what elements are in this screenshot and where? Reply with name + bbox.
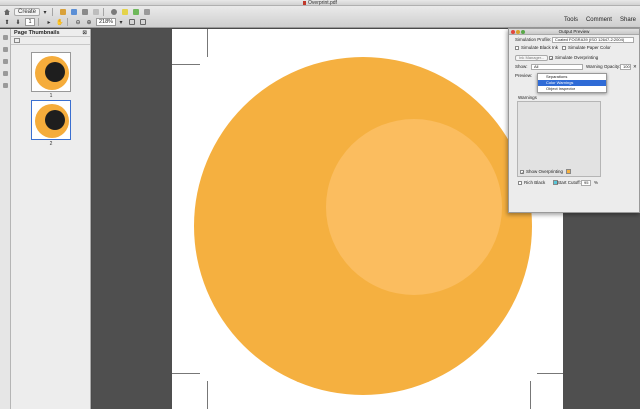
zoom-in-icon[interactable]: ⊕ [85,18,93,26]
show-overprinting-row: ✓ Show Overprinting [520,169,572,175]
right-panel-tabs: Tools Comment Share [564,17,636,23]
layers-icon[interactable] [3,83,8,88]
zoom-icon[interactable] [521,30,525,34]
show-select[interactable]: All [531,64,583,70]
simulation-profile-label: Simulation Profile: [515,37,552,42]
toolbar-row-bottom: ⬆ ⬇ 1 ▸ ✋ ⊖ ⊕ 218% ▾ [0,17,147,27]
panel-toolbar [11,37,90,45]
simulate-overprinting-checkbox[interactable]: ✓ [549,55,553,60]
sticky-note-icon[interactable] [132,8,140,16]
thumb-black-circle [45,110,65,130]
page-thumbnails-panel: Page Thumbnails ⊠ 1 2 [11,29,91,409]
fit-icon[interactable] [128,18,136,26]
prev-page-icon[interactable]: ⬆ [3,18,11,26]
orange-circle-overprint [326,119,502,295]
email-icon[interactable] [92,8,100,16]
next-page-icon[interactable]: ⬇ [14,18,22,26]
warning-opacity-field[interactable]: 100 [620,64,631,70]
dialog-title: Output Preview [558,29,590,34]
show-overprinting-label: Show Overprinting [526,169,564,174]
simulate-black-ink-row: Simulate Black Ink [515,45,558,51]
rich-black-checkbox[interactable] [518,180,522,185]
tab-share[interactable]: Share [620,17,636,23]
tab-tools[interactable]: Tools [564,17,578,23]
panel-title: Page Thumbnails [14,30,60,36]
panel-header: Page Thumbnails ⊠ [11,29,90,37]
simulate-overprinting-row: ✓ Simulate Overprinting [549,55,598,61]
zoom-dropdown-icon[interactable]: ▾ [117,18,125,26]
start-cutoff-label: Start Cutoff: [557,180,581,185]
print-icon[interactable] [81,8,89,16]
tab-comment[interactable]: Comment [586,17,612,23]
dialog-titlebar: Output Preview [509,29,639,35]
pdf-file-icon [303,0,307,5]
navigation-pane-strip [0,29,11,409]
overprint-color-swatch[interactable] [566,169,572,175]
toolbar-divider [67,18,68,26]
simulate-paper-color-row: Simulate Paper Color [562,45,611,51]
select-icon[interactable]: ▸ [45,18,53,26]
page-number-field[interactable]: 1 [25,18,35,26]
simulate-overprinting-label: Simulate Overprinting [555,55,599,60]
simulate-black-ink-checkbox[interactable] [515,45,519,50]
minimize-icon[interactable] [516,30,520,34]
preview-label: Preview: [515,73,533,78]
simulate-black-ink-label: Simulate Black Ink [521,45,559,50]
show-overprinting-checkbox[interactable]: ✓ [520,169,524,174]
warning-opacity-label: Warning Opacity: [586,64,621,69]
thumbnail-page-number: 2 [49,141,53,147]
create-button[interactable]: Create [14,8,41,16]
crop-mark [537,373,563,374]
simulation-profile-select[interactable]: Coated FOGRA39 (ISO 12647-2:2004) [552,37,634,43]
crop-mark [530,381,531,409]
close-icon[interactable] [511,30,515,34]
toolbar-divider [52,8,54,16]
preview-option-object-inspector[interactable]: Object Inspector [538,86,606,92]
hand-icon[interactable]: ✋ [56,18,64,26]
thumbnails-icon[interactable] [3,35,8,40]
highlight-icon[interactable] [143,8,151,16]
fullscreen-icon[interactable] [139,18,147,26]
show-label: Show: [515,64,528,69]
page-thumbnail-1[interactable] [31,52,71,92]
output-preview-dialog: Output Preview Simulation Profile: Coate… [508,28,640,213]
thumbnail-options-icon[interactable] [14,38,20,43]
simulate-paper-color-checkbox[interactable] [562,45,566,50]
crop-mark [172,64,200,65]
save-icon[interactable] [70,8,78,16]
bookmarks-icon[interactable] [3,47,8,52]
warning-opacity-close-icon[interactable]: ✕ [633,64,637,70]
attachments-icon[interactable] [3,59,8,64]
open-icon[interactable] [59,8,67,16]
simulate-paper-color-label: Simulate Paper Color [568,45,611,50]
home-icon[interactable] [3,8,11,16]
crop-mark [207,381,208,409]
preview-dropdown-list: Separations Color Warnings Object Inspec… [537,73,607,93]
toolbar-divider [103,8,105,16]
main-toolbar: Create ▾ ⬆ ⬇ 1 ▸ ✋ ⊖ ⊕ 218% ▾ Tools Comm… [0,6,640,28]
crop-mark [207,29,208,57]
start-cutoff-field[interactable]: 95 [581,180,591,186]
chevron-down-icon[interactable]: ▾ [41,8,49,16]
ink-manager-button[interactable]: Ink Manager... [515,55,549,61]
pdf-page [172,29,563,409]
percent-sign: % [594,180,599,185]
rich-black-row: Rich Black [518,180,558,186]
toolbar-row-top: Create ▾ [0,7,151,17]
settings-icon[interactable] [110,8,118,16]
thumbnail-page-number: 1 [49,93,53,99]
zoom-level-field[interactable]: 218% [96,18,116,26]
page-thumbnail-2[interactable] [31,100,71,140]
toolbar-divider [38,18,39,26]
warnings-group: ✓ Show Overprinting [517,101,601,177]
comment-icon[interactable] [121,8,129,16]
thumb-black-circle [45,62,65,82]
close-icon[interactable]: ⊠ [82,29,87,37]
rich-black-label: Rich Black [524,180,546,185]
zoom-out-icon[interactable]: ⊖ [74,18,82,26]
signatures-icon[interactable] [3,71,8,76]
crop-mark [172,373,200,374]
